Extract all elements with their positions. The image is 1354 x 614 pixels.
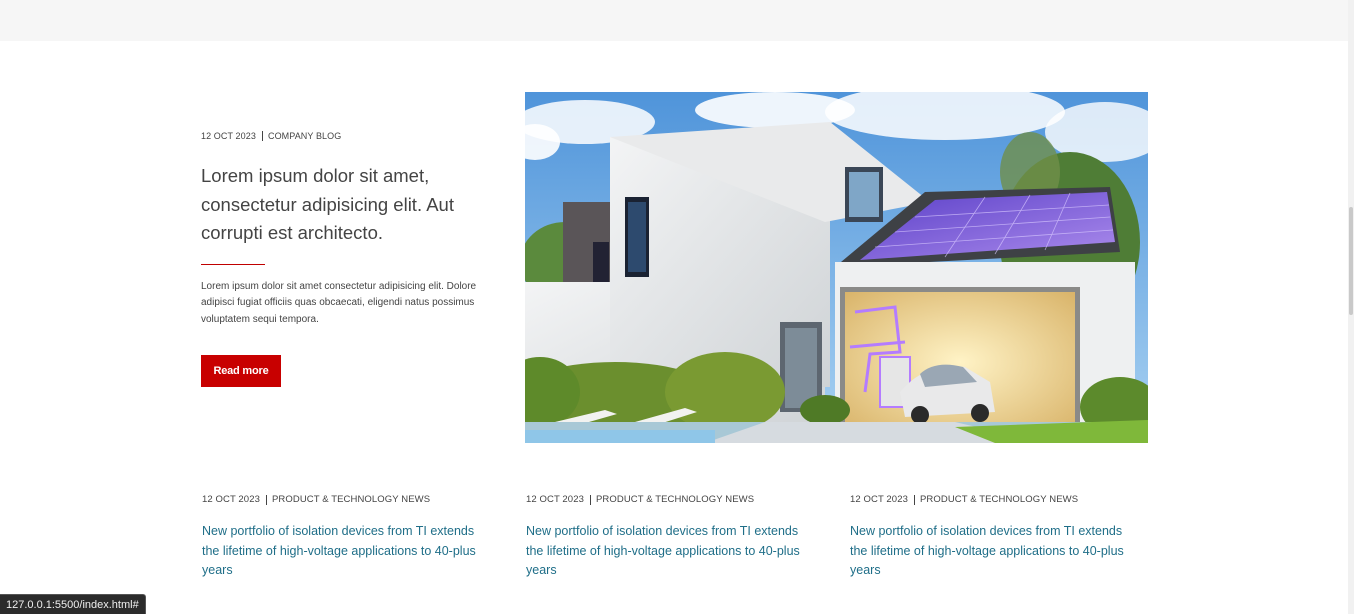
news-card: 12 OCT 2023 PRODUCT & TECHNOLOGY NEWS Ne… [526, 494, 816, 581]
featured-meta: 12 OCT 2023 COMPANY BLOG [201, 131, 501, 141]
meta-separator [265, 494, 267, 505]
news-category[interactable]: PRODUCT & TECHNOLOGY NEWS [920, 494, 1078, 505]
title-divider [201, 263, 265, 265]
news-meta: 12 OCT 2023 PRODUCT & TECHNOLOGY NEWS [850, 494, 1140, 505]
news-date: 12 OCT 2023 [526, 494, 584, 505]
meta-separator [913, 494, 915, 505]
news-card: 12 OCT 2023 PRODUCT & TECHNOLOGY NEWS Ne… [202, 494, 492, 581]
news-meta: 12 OCT 2023 PRODUCT & TECHNOLOGY NEWS [526, 494, 816, 505]
browser-status-url: 127.0.0.1:5500/index.html# [0, 594, 146, 614]
news-card: 12 OCT 2023 PRODUCT & TECHNOLOGY NEWS Ne… [850, 494, 1140, 581]
read-more-button[interactable]: Read more [201, 355, 281, 387]
news-title-link[interactable]: New portfolio of isolation devices from … [850, 522, 1140, 581]
featured-title[interactable]: Lorem ipsum dolor sit amet, consectetur … [201, 162, 501, 248]
house-solar-illustration [525, 92, 1148, 443]
news-date: 12 OCT 2023 [202, 494, 260, 505]
featured-excerpt: Lorem ipsum dolor sit amet consectetur a… [201, 280, 477, 325]
featured-date: 12 OCT 2023 [201, 131, 256, 141]
vertical-scrollbar[interactable] [1348, 0, 1354, 614]
scrollbar-thumb[interactable] [1349, 207, 1353, 315]
news-category[interactable]: PRODUCT & TECHNOLOGY NEWS [272, 494, 430, 505]
featured-image[interactable] [525, 92, 1148, 443]
featured-category[interactable]: COMPANY BLOG [268, 131, 341, 141]
top-band [0, 0, 1354, 41]
news-title-link[interactable]: New portfolio of isolation devices from … [202, 522, 492, 581]
news-meta: 12 OCT 2023 PRODUCT & TECHNOLOGY NEWS [202, 494, 492, 505]
featured-post: 12 OCT 2023 COMPANY BLOG Lorem ipsum dol… [201, 131, 501, 387]
news-title-link[interactable]: New portfolio of isolation devices from … [526, 522, 816, 581]
news-date: 12 OCT 2023 [850, 494, 908, 505]
meta-separator [261, 131, 263, 141]
meta-separator [589, 494, 591, 505]
news-category[interactable]: PRODUCT & TECHNOLOGY NEWS [596, 494, 754, 505]
